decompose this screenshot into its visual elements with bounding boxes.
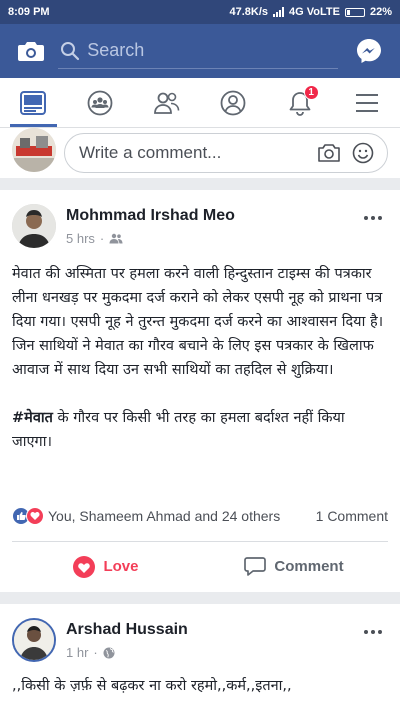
dot-separator: · [99, 231, 105, 246]
dot-separator: · [93, 645, 98, 660]
post-time[interactable]: 5 hrs [66, 231, 95, 246]
comment-icon [244, 556, 267, 576]
hashtag-link[interactable]: #मेवात [12, 410, 53, 426]
tab-news-feed[interactable] [0, 78, 67, 127]
tab-friends[interactable] [133, 78, 200, 127]
more-options-icon[interactable] [358, 208, 388, 228]
camera-icon[interactable] [315, 139, 343, 167]
heart-icon [73, 555, 96, 578]
avatar [12, 128, 56, 172]
menu-icon [355, 93, 378, 112]
post-paragraph: मेवात की अस्मिता पर हमला करने वाली हिन्द… [12, 266, 384, 330]
post: Arshad Hussain 1 hr · ,,किसी के ज़र्फ़ स… [0, 604, 400, 711]
tab-groups[interactable] [67, 78, 134, 127]
network-speed: 47.8K/s [229, 6, 269, 18]
battery-level: 22% [369, 6, 392, 18]
notification-badge: 1 [303, 85, 319, 100]
search-icon [58, 38, 81, 64]
post: Mohmmad Irshad Meo 5 hrs · मेवात की अस्म… [0, 190, 400, 592]
messenger-icon[interactable] [348, 30, 390, 72]
comment-button[interactable]: Comment [200, 542, 388, 591]
avatar[interactable] [12, 204, 56, 248]
post-header: Mohmmad Irshad Meo 5 hrs · [0, 190, 400, 248]
network-type: 4G VoLTE [289, 6, 340, 18]
globe-icon [103, 647, 115, 658]
tab-profile[interactable] [200, 78, 267, 127]
top-bar [0, 24, 400, 78]
battery-icon [344, 7, 365, 17]
status-time: 8:09 PM [8, 6, 50, 18]
profile-icon [220, 90, 246, 115]
nav-tabs: 1 [0, 78, 400, 128]
signal-icon [273, 7, 285, 17]
groups-icon [87, 90, 113, 115]
comment-composer [0, 128, 400, 178]
avatar[interactable] [12, 618, 56, 662]
love-label: Love [103, 558, 139, 575]
post-paragraph: जिन साथियों ने मेवात का गौरव बचाने के लि… [12, 338, 374, 378]
post-meta: Arshad Hussain 1 hr · [66, 618, 358, 660]
post-time-row: 5 hrs · [66, 231, 358, 246]
tab-notifications[interactable]: 1 [267, 78, 334, 127]
camera-icon[interactable] [10, 30, 52, 72]
hashtag-text: के गौरव पर किसी भी तरह का हमला बर्दाश्त … [12, 410, 345, 450]
author-name[interactable]: Arshad Hussain [66, 620, 358, 640]
status-right: 47.8K/s 4G VoLTE 22% [230, 6, 393, 18]
post-body: ,,किसी के ज़र्फ़ से बढ़कर ना करो रहमो,,क… [0, 662, 400, 698]
post-header: Arshad Hussain 1 hr · [0, 604, 400, 662]
reactions-bar[interactable]: You, Shameem Ahmad and 24 others 1 Comme… [0, 496, 400, 536]
heart-icon [26, 507, 44, 525]
search-input[interactable] [87, 40, 338, 61]
comments-count[interactable]: 1 Comment [316, 508, 388, 524]
post-paragraph: #मेवात के गौरव पर किसी भी तरह का हमला बर… [12, 406, 388, 454]
love-button[interactable]: Love [12, 542, 200, 591]
post-time[interactable]: 1 hr [66, 645, 88, 660]
comment-field[interactable] [64, 133, 388, 173]
post-time-row: 1 hr · [66, 645, 358, 660]
post-paragraph: ,,किसी के ज़र्फ़ से बढ़कर ना करो रहमो,,क… [12, 678, 292, 694]
news-feed-icon [20, 90, 47, 115]
friends-icon [153, 92, 179, 114]
author-name[interactable]: Mohmmad Irshad Meo [66, 206, 358, 226]
post-meta: Mohmmad Irshad Meo 5 hrs · [66, 204, 358, 246]
reaction-icons [12, 507, 44, 525]
more-options-icon[interactable] [358, 622, 388, 642]
status-bar: 8:09 PM 47.8K/s 4G VoLTE 22% [0, 0, 400, 24]
comment-label: Comment [274, 558, 344, 575]
post-body: मेवात की अस्मिता पर हमला करने वाली हिन्द… [0, 248, 400, 454]
friends-icon [109, 233, 123, 244]
reactions-summary[interactable]: You, Shameem Ahmad and 24 others [48, 508, 316, 524]
post-actions: Love Comment [12, 541, 388, 591]
comment-input[interactable] [79, 143, 309, 163]
search-box[interactable] [58, 33, 338, 69]
tab-menu[interactable] [333, 78, 400, 127]
emoji-icon[interactable] [349, 139, 377, 167]
